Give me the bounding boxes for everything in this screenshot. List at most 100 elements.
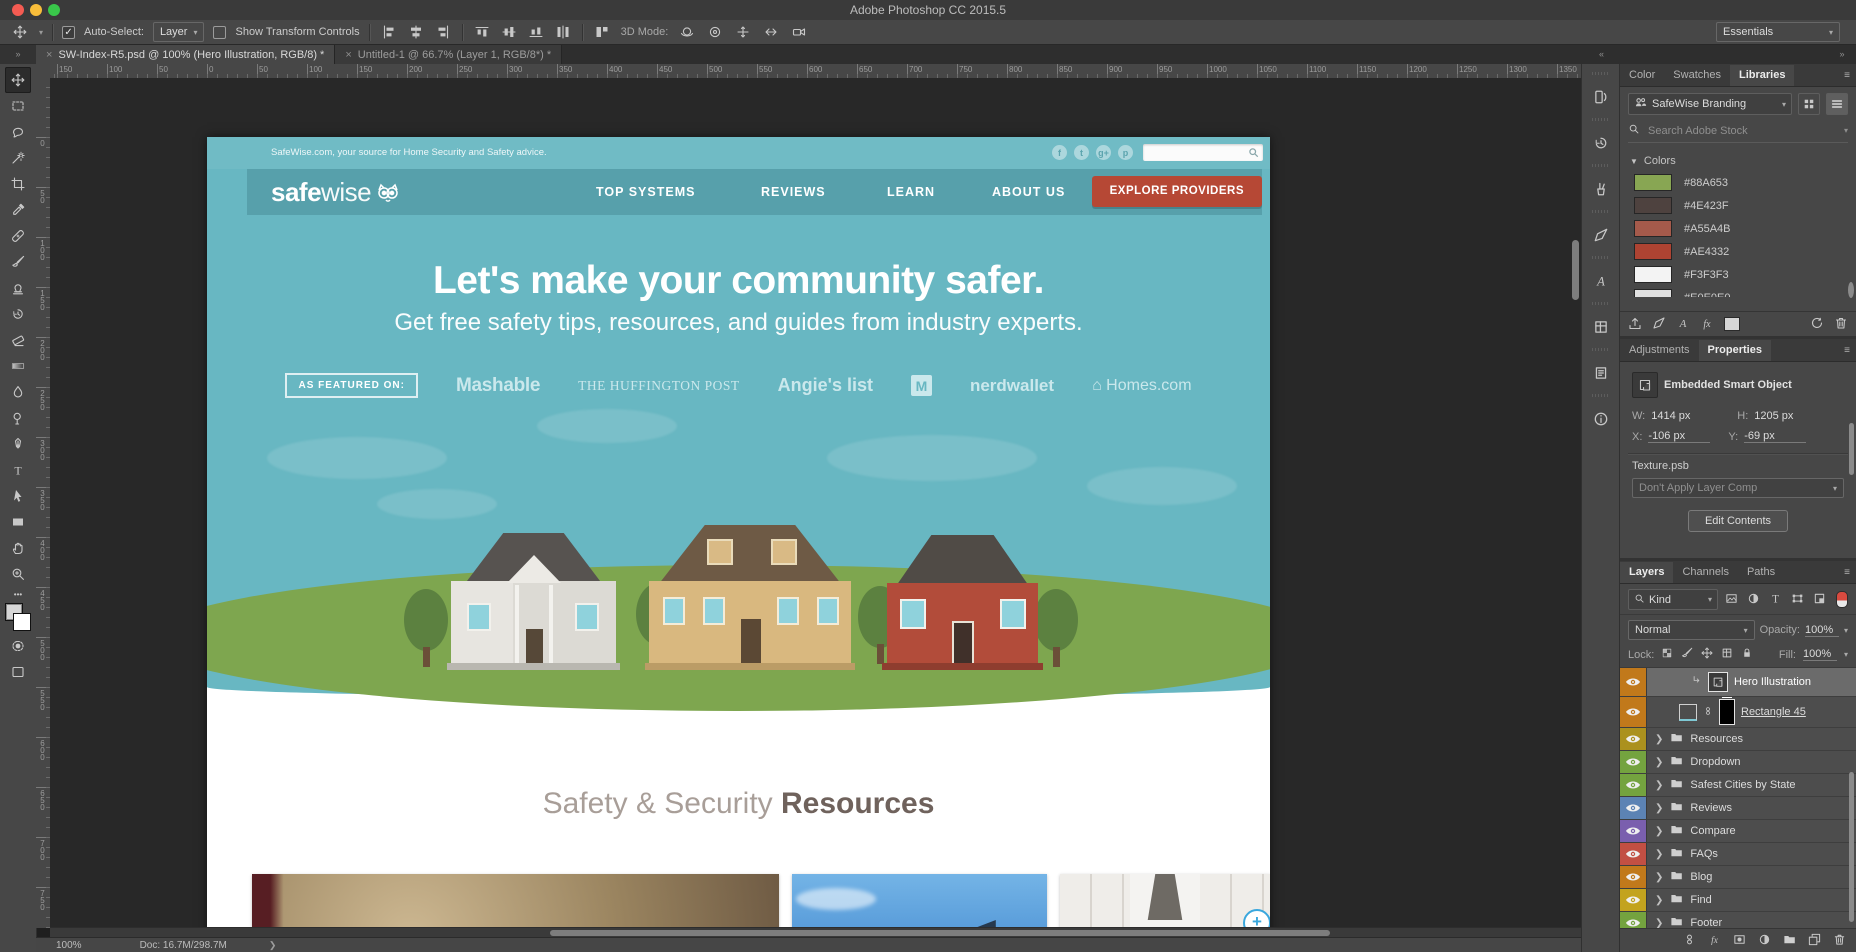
- toolbar-collapse-icon[interactable]: »: [0, 45, 36, 64]
- vector-mask-icon[interactable]: [1679, 703, 1697, 721]
- canvas-vertical-scrollbar[interactable]: [1572, 240, 1579, 300]
- properties-scrollbar[interactable]: [1849, 423, 1854, 475]
- sync-library-icon[interactable]: [1810, 316, 1824, 333]
- shape-layer-thumbnail[interactable]: [1719, 697, 1735, 725]
- new-adjustment-layer-icon[interactable]: [1758, 933, 1771, 949]
- brush-tool[interactable]: [5, 249, 31, 275]
- color-swatch[interactable]: [1634, 289, 1672, 297]
- layer-name[interactable]: Hero Illustration: [1734, 676, 1811, 688]
- distribute-centers-icon[interactable]: [553, 23, 573, 41]
- layer-row[interactable]: ❯ Safest Cities by State: [1620, 774, 1856, 797]
- brushes-panel-icon[interactable]: [1587, 176, 1615, 202]
- 3d-roll-icon[interactable]: [705, 23, 725, 41]
- library-color-item[interactable]: #F3F3F3: [1620, 263, 1856, 286]
- document-tab[interactable]: × SW-Index-R5.psd @ 100% (Hero Illustrati…: [36, 45, 336, 64]
- healing-tool[interactable]: [5, 223, 31, 249]
- upload-asset-icon[interactable]: [1628, 316, 1642, 333]
- adobe-stock-search-input[interactable]: [1646, 123, 1800, 138]
- shape-tool[interactable]: [5, 509, 31, 535]
- eyedropper-tool[interactable]: [5, 197, 31, 223]
- 3d-pan-icon[interactable]: [733, 23, 753, 41]
- library-color-item[interactable]: #88A653: [1620, 171, 1856, 194]
- new-group-icon[interactable]: [1783, 933, 1796, 949]
- group-expand-chevron-icon[interactable]: ❯: [1655, 780, 1663, 791]
- layer-row[interactable]: ❯ Resources: [1620, 728, 1856, 751]
- tab-channels[interactable]: Channels: [1673, 562, 1737, 583]
- layer-row[interactable]: ❯ Blog: [1620, 866, 1856, 889]
- document-tab[interactable]: × Untitled-1 @ 66.7% (Layer 1, RGB/8*) *: [335, 45, 563, 64]
- hand-tool[interactable]: [5, 535, 31, 561]
- eraser-tool[interactable]: [5, 327, 31, 353]
- library-color-item[interactable]: #A55A4B: [1620, 217, 1856, 240]
- layer-name[interactable]: FAQs: [1690, 848, 1718, 860]
- show-transform-checkbox[interactable]: [213, 25, 227, 39]
- layer-name[interactable]: Blog: [1690, 871, 1712, 883]
- close-tab-icon[interactable]: ×: [46, 49, 52, 61]
- lock-pixels-icon[interactable]: [1681, 647, 1693, 662]
- color-swatch[interactable]: [1634, 266, 1672, 283]
- close-tab-icon[interactable]: ×: [345, 49, 351, 61]
- opacity-chevron-icon[interactable]: ▾: [1844, 626, 1848, 635]
- group-expand-chevron-icon[interactable]: ❯: [1655, 803, 1663, 814]
- tab-paths[interactable]: Paths: [1738, 562, 1784, 583]
- panel-menu-icon[interactable]: ≡: [1844, 562, 1850, 583]
- layer-style-icon[interactable]: fx: [1708, 933, 1721, 949]
- 3d-slide-icon[interactable]: [761, 23, 781, 41]
- dodge-tool[interactable]: [5, 405, 31, 431]
- layer-filter-dropdown[interactable]: Kind ▾: [1628, 589, 1718, 610]
- layer-name[interactable]: Safest Cities by State: [1690, 779, 1795, 791]
- layer-comp-dropdown[interactable]: Don't Apply Layer Comp ▾: [1632, 478, 1844, 498]
- filter-adj-layers-icon[interactable]: [1747, 592, 1760, 608]
- lock-all-icon[interactable]: [1741, 647, 1753, 662]
- more-tools-button[interactable]: •••: [5, 587, 31, 601]
- device-preview-panel-icon[interactable]: [1587, 84, 1615, 110]
- layer-row[interactable]: ❯ FAQs: [1620, 843, 1856, 866]
- filter-type-layers-icon[interactable]: T: [1769, 592, 1782, 608]
- tab-libraries[interactable]: Libraries: [1730, 65, 1795, 86]
- foreground-background-swatches[interactable]: [5, 603, 31, 633]
- screen-mode-button[interactable]: [5, 659, 31, 685]
- group-expand-chevron-icon[interactable]: ❯: [1655, 849, 1663, 860]
- color-swatch[interactable]: [1634, 220, 1672, 237]
- layer-visibility-eye-icon[interactable]: [1620, 866, 1647, 888]
- layer-visibility-eye-icon[interactable]: [1620, 751, 1647, 773]
- panel-collapse-left-icon[interactable]: «: [1583, 45, 1620, 64]
- add-foreground-color-chip[interactable]: [1724, 317, 1740, 331]
- adobe-stock-search[interactable]: ▾: [1628, 123, 1848, 143]
- path-select-tool[interactable]: [5, 483, 31, 509]
- glyphs-panel-icon[interactable]: A: [1587, 268, 1615, 294]
- delete-library-item-icon[interactable]: [1834, 316, 1848, 333]
- group-expand-chevron-icon[interactable]: ❯: [1655, 734, 1663, 745]
- align-bottom-edges-icon[interactable]: [526, 23, 546, 41]
- align-right-edges-icon[interactable]: [433, 23, 453, 41]
- auto-select-target-dropdown[interactable]: Layer ▾: [152, 22, 205, 42]
- colors-group-header[interactable]: ▼ Colors: [1630, 155, 1846, 167]
- layer-visibility-eye-icon[interactable]: [1620, 728, 1647, 750]
- align-left-edges-icon[interactable]: [379, 23, 399, 41]
- pen-tool[interactable]: [5, 431, 31, 457]
- layer-visibility-eye-icon[interactable]: [1620, 797, 1647, 819]
- move-tool-icon[interactable]: [10, 23, 30, 41]
- layer-filter-toggle[interactable]: [1836, 591, 1848, 608]
- layer-comps-panel-icon[interactable]: [1587, 314, 1615, 340]
- distribute-icon[interactable]: [592, 23, 612, 41]
- color-swatch[interactable]: [1634, 197, 1672, 214]
- marquee-tool[interactable]: [5, 93, 31, 119]
- group-expand-chevron-icon[interactable]: ❯: [1655, 918, 1663, 929]
- layers-scrollbar[interactable]: [1849, 772, 1854, 922]
- x-position-field[interactable]: -106 px: [1648, 430, 1711, 443]
- search-chevron-icon[interactable]: ▾: [1844, 126, 1848, 135]
- stamp-tool[interactable]: [5, 275, 31, 301]
- group-expand-chevron-icon[interactable]: ❯: [1655, 872, 1663, 883]
- zoom-tool[interactable]: [5, 561, 31, 587]
- group-expand-chevron-icon[interactable]: ❯: [1655, 826, 1663, 837]
- blend-mode-dropdown[interactable]: Normal ▾: [1628, 620, 1755, 640]
- tab-properties[interactable]: Properties: [1698, 340, 1771, 361]
- 3d-camera-icon[interactable]: [789, 23, 809, 41]
- lock-artboard-icon[interactable]: [1721, 647, 1733, 662]
- info-panel-icon[interactable]: [1587, 406, 1615, 432]
- horizontal-scroll-thumb[interactable]: [550, 930, 1330, 936]
- layer-visibility-eye-icon[interactable]: [1620, 820, 1647, 842]
- smart-object-thumbnail[interactable]: [1708, 672, 1728, 692]
- lock-position-icon[interactable]: [1701, 647, 1713, 662]
